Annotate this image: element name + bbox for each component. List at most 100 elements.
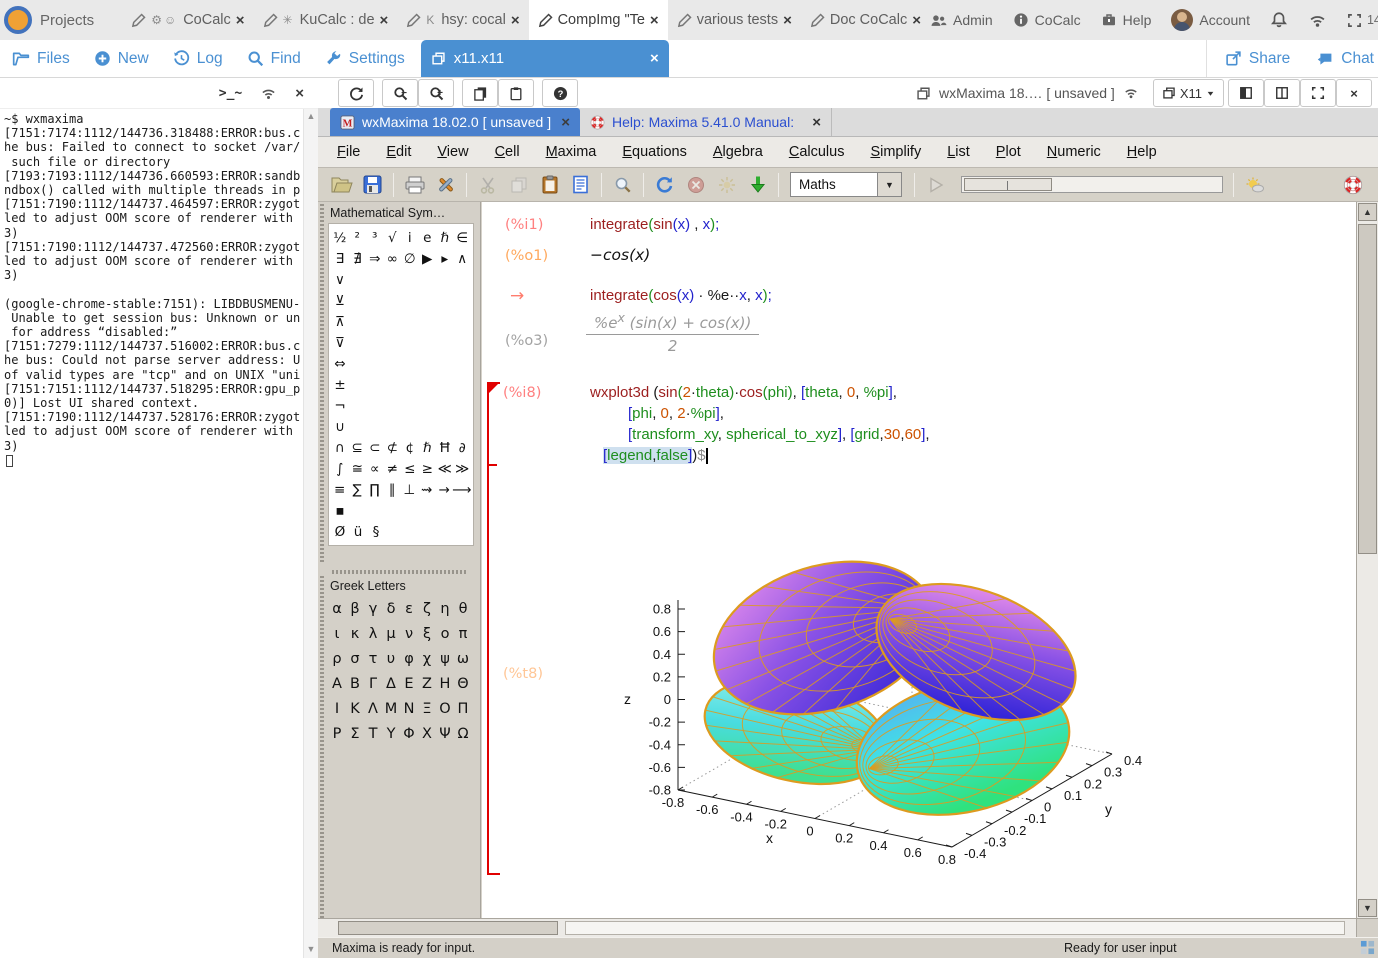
- code-input-line[interactable]: [transform_xy, spherical_to_xyz], [grid,…: [628, 426, 930, 443]
- menu-1[interactable]: Edit: [373, 140, 424, 164]
- greek-letter-7[interactable]: ω: [454, 646, 472, 671]
- greek-letter-6[interactable]: ψ: [436, 646, 454, 671]
- greek-letter-4[interactable]: ν: [400, 621, 418, 646]
- math-symbol-0[interactable]: ½: [331, 227, 349, 248]
- paste-button[interactable]: [498, 79, 534, 107]
- wifi-icon[interactable]: [260, 86, 277, 101]
- zoom-out-button[interactable]: −: [382, 79, 418, 107]
- greek-letter-7[interactable]: Π: [454, 696, 472, 721]
- new-button[interactable]: New: [82, 40, 161, 77]
- preferences-button[interactable]: [430, 171, 461, 199]
- scroll-up-icon[interactable]: ▲: [304, 111, 318, 121]
- menu-0[interactable]: File: [324, 140, 373, 164]
- zoom-in-button[interactable]: +: [418, 79, 454, 107]
- menu-7[interactable]: Calculus: [776, 140, 858, 164]
- chevron-down-icon[interactable]: ▼: [878, 172, 902, 197]
- greek-letter-5[interactable]: ζ: [418, 596, 436, 621]
- greek-letter-0[interactable]: ι: [328, 621, 346, 646]
- math-symbol-5[interactable]: ⇝: [418, 479, 435, 500]
- greek-letter-7[interactable]: π: [454, 621, 472, 646]
- menu-5[interactable]: Equations: [609, 140, 700, 164]
- math-symbol-0[interactable]: ∨: [331, 269, 349, 290]
- greek-letter-1[interactable]: κ: [346, 621, 364, 646]
- close-frame-button[interactable]: ×: [1336, 79, 1372, 107]
- math-symbol-2[interactable]: ⊂: [366, 437, 384, 458]
- pane-grip[interactable]: [320, 204, 324, 562]
- math-symbol-6[interactable]: ▸: [436, 248, 454, 269]
- greek-letter-0[interactable]: α: [328, 596, 346, 621]
- slider-thumb[interactable]: [964, 178, 1052, 191]
- math-symbol-4[interactable]: ⊥: [401, 479, 418, 500]
- account-button[interactable]: Account: [1171, 9, 1250, 31]
- math-symbol-4[interactable]: ≤: [401, 458, 419, 479]
- wm-tab-help-manual[interactable]: Help: Maxima 5.41.0 Manual: ×: [580, 108, 832, 136]
- math-symbol-3[interactable]: ⊄: [384, 437, 402, 458]
- greek-letter-7[interactable]: θ: [454, 596, 472, 621]
- math-symbol-7[interactable]: ∪: [331, 416, 349, 437]
- math-symbol-0[interactable]: ∃: [331, 248, 349, 269]
- refresh-button[interactable]: [338, 79, 374, 107]
- greek-letter-5[interactable]: Χ: [418, 721, 436, 746]
- pane-grip[interactable]: [332, 570, 466, 574]
- project-tab-doc-cocalc[interactable]: Doc CoCalc ×: [801, 0, 930, 40]
- math-symbol-1[interactable]: ≅: [349, 458, 367, 479]
- math-symbol-2[interactable]: ⇒: [366, 248, 384, 269]
- code-input[interactable]: integrate(cos(x) · %e··x, x);: [590, 287, 772, 304]
- math-symbol-4[interactable]: ¢: [401, 437, 419, 458]
- greek-letter-6[interactable]: η: [436, 596, 454, 621]
- math-symbol-2[interactable]: ∏: [366, 479, 383, 500]
- file-tab-x11[interactable]: x11.x11 ×: [421, 40, 669, 77]
- math-symbol-5[interactable]: ≥: [419, 458, 437, 479]
- math-symbol-4[interactable]: i: [401, 227, 419, 248]
- math-symbol-3[interactable]: ⊽: [331, 332, 349, 353]
- interrupt-button[interactable]: [680, 171, 711, 199]
- share-button[interactable]: Share: [1225, 50, 1290, 68]
- math-symbol-5[interactable]: ℏ: [419, 437, 437, 458]
- project-tab-various-tests[interactable]: various tests ×: [668, 0, 801, 40]
- greek-letter-3[interactable]: Δ: [382, 671, 400, 696]
- math-symbol-6[interactable]: ≪: [436, 458, 454, 479]
- print-button[interactable]: [399, 171, 430, 199]
- math-symbol-3[interactable]: ≠: [384, 458, 402, 479]
- math-symbol-2[interactable]: ³: [366, 227, 384, 248]
- code-input-line[interactable]: wxplot3d (sin(2·theta)·cos(phi), [theta,…: [590, 384, 897, 401]
- worksheet-vertical-scrollbar[interactable]: ▲ ▼: [1356, 202, 1378, 918]
- math-symbol-1[interactable]: ∑: [348, 479, 365, 500]
- greek-letter-4[interactable]: Ε: [400, 671, 418, 696]
- math-symbol-1[interactable]: ⊆: [349, 437, 367, 458]
- greek-letter-2[interactable]: Λ: [364, 696, 382, 721]
- math-symbol-3[interactable]: ∞: [384, 248, 402, 269]
- greek-letter-1[interactable]: Κ: [346, 696, 364, 721]
- greek-letter-4[interactable]: Ν: [400, 696, 418, 721]
- copy-button[interactable]: [503, 171, 534, 199]
- evaluate-all-button[interactable]: [742, 171, 773, 199]
- scrollbar-thumb[interactable]: [1358, 224, 1377, 554]
- greek-letter-3[interactable]: μ: [382, 621, 400, 646]
- greek-letter-2[interactable]: τ: [364, 646, 382, 671]
- greek-letter-6[interactable]: Ψ: [436, 721, 454, 746]
- greek-letter-5[interactable]: ξ: [418, 621, 436, 646]
- math-symbol-6[interactable]: Ħ: [436, 437, 454, 458]
- math-symbol-7[interactable]: ∂: [454, 437, 472, 458]
- project-tab-cocalc[interactable]: ⚙☺ CoCalc ×: [122, 0, 253, 40]
- select-all-button[interactable]: [565, 171, 596, 199]
- scroll-down-icon[interactable]: ▼: [304, 944, 318, 954]
- close-icon[interactable]: ×: [650, 12, 659, 29]
- math-symbol-2[interactable]: ⊼: [331, 311, 349, 332]
- terminal-output[interactable]: ~$ wxmaxima[7151:7174:1112/144736.318488…: [4, 112, 301, 958]
- terminal-scrollbar[interactable]: ▲ ▼: [303, 109, 318, 958]
- math-symbol-1[interactable]: ü: [349, 521, 367, 542]
- close-icon[interactable]: ×: [236, 12, 245, 29]
- bell-icon[interactable]: [1270, 11, 1288, 29]
- open-button[interactable]: [326, 171, 357, 199]
- greek-letter-0[interactable]: ρ: [328, 646, 346, 671]
- menu-11[interactable]: Numeric: [1034, 140, 1114, 164]
- help-button[interactable]: Help: [1101, 12, 1152, 28]
- greek-letter-3[interactable]: Μ: [382, 696, 400, 721]
- greek-letter-2[interactable]: γ: [364, 596, 382, 621]
- code-input[interactable]: integrate(sin(x) , x);: [590, 216, 719, 233]
- scroll-up-icon[interactable]: ▲: [1358, 203, 1377, 221]
- project-tab-kucalc[interactable]: ✳ KuCalc : de ×: [254, 0, 398, 40]
- math-symbol-0[interactable]: ▪: [331, 500, 349, 521]
- admin-button[interactable]: Admin: [930, 12, 993, 29]
